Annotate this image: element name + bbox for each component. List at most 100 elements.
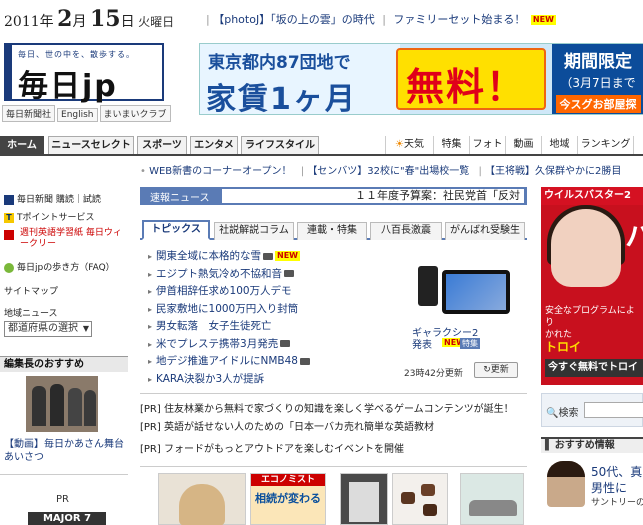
tab-video[interactable]: 動画 [505,136,541,154]
tab-topics[interactable]: トピックス [142,220,210,240]
tab-yaocho[interactable]: 八百長激震 [370,222,442,240]
right-ad-text1: 安全なプログラムにより [545,306,635,328]
left-sidebar: 毎日新聞 購読｜試読 T Tポイントサービス 週刊英語学習紙 毎日ウィークリー 毎… [0,186,128,525]
refresh-button[interactable]: ↻更新 [474,362,518,378]
sub-link-club[interactable]: まいまいクラブ [99,105,171,122]
car-thumbnail[interactable] [460,473,524,525]
tab-sports[interactable]: スポーツ [137,136,187,154]
update-time: 23時42分更新 [404,369,463,379]
tab-region[interactable]: 地域 [541,136,577,154]
recommendation-line2[interactable]: 男性に [591,479,627,496]
right-search-box: 🔍検索 [541,393,643,427]
right-ad-button[interactable]: 今すぐ無料でトロイ [545,359,643,377]
tab-feature[interactable]: 特集 [433,136,469,154]
top-news-link-2[interactable]: ファミリーセット始まる！ [393,13,525,26]
sub-news-link-3[interactable]: 【王将戦】久保群やかに2勝目 [485,166,621,177]
tab-news-select[interactable]: ニュースセレクト [48,136,134,154]
list-item[interactable]: ▸ 関東全域に本格的な雪 NEW [148,248,398,266]
editor-pick-header: 編集長のおすすめ [0,356,128,372]
sub-news-link-1[interactable]: WEB新書のコーナーオープン！ [149,166,291,177]
editor-pick-image[interactable] [26,376,98,432]
tab-lifestyle[interactable]: ライフスタイル [241,136,319,154]
list-item[interactable]: ▸ 地デジ推進アイドルにNMB48 [148,353,398,371]
right-ad[interactable]: ウイルスバスター2 ハ 安全なプログラムにより かれた トロイ 今すぐ無料でトロ… [541,187,643,385]
phone-promo[interactable]: ギャラクシー2 発表 NEW 特集 23時42分更新 ↻更新 [402,250,520,380]
search-input[interactable] [584,402,643,418]
year-suffix: 年 [39,14,54,30]
logo-bar [6,45,12,99]
sub-link-english[interactable]: English [57,108,98,122]
chocolate-thumbnail[interactable] [392,473,448,525]
day-suffix: 日 [120,14,135,30]
search-label: 検索 [558,408,579,419]
list-item[interactable]: ▸ 米でプレステ携帯3月発売 [148,336,398,354]
right-ad-model [551,209,621,287]
main-nav: ホーム ニュースセレクト スポーツ エンタメ ライフスタイル ☀天気 特集 フォ… [0,136,643,156]
pr-link-1[interactable]: [PR] 住友林業から無料で家づくりの知識を楽しく学べるゲームコンテンツが誕生！ [140,400,527,418]
banner-right1: 期間限定 [564,52,632,72]
sidebar-item-sitemap[interactable]: サイトマップ [4,284,58,297]
camera-icon [299,357,310,365]
magazine-thumbnail[interactable]: エコノミスト 相続が変わる [250,473,326,525]
feature-badge: 特集 [460,338,480,349]
list-item[interactable]: ▸ エジプト熱気冷め不協和音 [148,266,398,284]
sidebar-item-subscribe[interactable]: 毎日新聞 購読｜試読 [4,192,101,205]
recommendation-line1[interactable]: 50代、真 [591,463,642,480]
breaking-news-ticker: 速報ニュース １１年度予算案：社民党首「反対 [140,187,527,205]
newspaper-icon [4,194,14,205]
building-thumbnail[interactable] [340,473,388,525]
list-item[interactable]: ▸ 伊首相辞任求め100万人デモ [148,283,398,301]
top-news-link-1[interactable]: 【photoJ】「坂の上の雲」の時代 [213,13,374,26]
pr-link-3[interactable]: [PR] フォードがもっとアウトドアを楽しむイベントを開催 [140,440,527,458]
camera-icon [280,340,291,347]
right-recommendation: ▌ おすすめ情報 50代、真 男性に サントリーの [541,437,643,525]
tab-exam[interactable]: がんばれ受験生 [445,222,525,240]
editor-pick-caption[interactable]: 【動画】毎日かあさん舞台あいさつ [4,438,124,464]
date-bar: 2011年 2月 15日 火曜日 | 【photoJ】「坂の上の雲」の時代 | … [0,0,643,36]
search-icon: 🔍 [546,408,559,419]
tab-ranking[interactable]: ランキング [577,136,633,154]
tab-weather[interactable]: ☀天気 [385,136,433,154]
chevron-down-icon: ▼ [82,324,89,333]
sub-news-link-2[interactable]: 【センバツ】32校に"春"出場校一覧 [307,166,469,177]
camera-icon [284,270,295,277]
topics-list: ▸ 関東全域に本格的な雪 NEW ▸ エジプト熱気冷め不協和音 ▸ 伊首相辞任求め100… [148,248,398,388]
tab-home[interactable]: ホーム [0,136,44,154]
list-item[interactable]: ▸ 民家敷地に1000万円入り封筒 [148,301,398,319]
tab-editorial[interactable]: 社説解説コラム [214,222,294,240]
topic-tabs: トピックス 社説解説コラム 連載・特集 八百長激震 がんばれ受験生 [140,220,527,240]
sidebar-item-faq[interactable]: 毎日jpの歩き方（FAQ） [4,260,115,273]
tab-entame[interactable]: エンタメ [190,136,238,154]
sub-links: 毎日新聞社 English まいまいクラブ [2,105,173,122]
dog-thumbnail[interactable] [158,473,246,525]
faq-icon [4,262,14,273]
weekday: 火曜日 [138,15,175,29]
month: 2 [57,6,73,32]
list-item[interactable]: ▸ KARA決裂か3人が提訴 [148,371,398,389]
pr-link-2[interactable]: [PR] 英語が話せない人のための「日本一バカ売れ簡単な英語教材 [140,418,527,436]
sidebar-item-weekly[interactable]: 週刊英語学習紙 毎日ウィークリー [4,228,128,250]
site-logo[interactable]: 毎日、世の中を、散歩する。 毎日jp [4,43,164,113]
ticker-label: 速報ニュース [150,193,210,204]
recommendation-image[interactable] [547,461,585,507]
sub-link-mainichi[interactable]: 毎日新聞社 [2,105,56,122]
banner-cta: 今スグお部屋探 [555,95,641,113]
banner-right2: （3月7日まで [560,76,636,90]
tab-photo[interactable]: フォト [469,136,505,154]
banner-line1: 東京都内87団地で [208,53,351,73]
ticker-text[interactable]: １１年度予算案：社民党首「反対 [222,189,524,203]
year: 2011 [4,14,40,30]
list-item[interactable]: ▸ 男女転落 女子生徒死亡 [148,318,398,336]
pr-ad[interactable]: MAJOR 7 [28,512,106,525]
right-ad-title: ウイルスバスター2 [541,187,643,205]
banner-ad[interactable]: 東京都内87団地で 家賃1ヶ月 無料！ 期間限定 （3月7日まで 今スグお部屋探 [199,43,643,117]
date-display: 2011年 2月 15日 火曜日 [4,6,174,32]
sun-icon: ☀ [395,139,404,150]
tpoint-icon: T [4,212,14,223]
sidebar-item-tpoint[interactable]: T Tポイントサービス [4,210,95,223]
prefecture-select[interactable]: 都道府県の選択 ▼ [4,321,92,337]
tab-series[interactable]: 連載・特集 [297,222,367,240]
promo-sub: 発表 [412,340,432,351]
magazine-text: 相続が変わる [255,492,321,505]
logo-text: 毎日jp [18,69,118,104]
